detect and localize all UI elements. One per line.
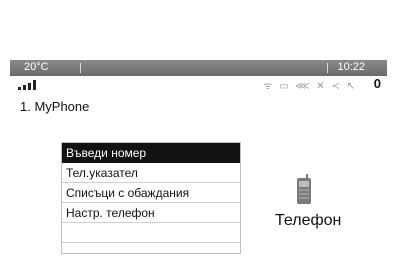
status-bar: 20°C 10:22 <box>10 60 387 76</box>
menu-item-empty <box>62 223 240 243</box>
status-icons: ᯤ ▭ ⋘ ✕ ≺ ↖ <box>263 81 357 92</box>
mobile-phone-icon <box>295 174 313 206</box>
menu-item-phonebook[interactable]: Тел.указател <box>62 163 240 183</box>
status-divider <box>80 63 81 73</box>
clock: 10:22 <box>337 61 365 73</box>
temperature-readout: 20°C <box>24 61 49 73</box>
signal-bars-icon <box>18 80 40 90</box>
notification-count: 0 <box>373 76 381 91</box>
indicator-row: ᯤ ▭ ⋘ ✕ ≺ ↖ 0 <box>10 76 387 92</box>
status-divider <box>327 63 328 73</box>
connected-device-name: 1. MyPhone <box>20 99 90 114</box>
infotainment-screen: 20°C 10:22 ᯤ ▭ ⋘ ✕ ≺ ↖ 0 1. MyPhone Въве… <box>10 60 387 258</box>
app-title: Телефон <box>275 212 342 229</box>
menu-item-call-lists[interactable]: Списъци с обаждания <box>62 183 240 203</box>
menu-item-phone-settings[interactable]: Настр. телефон <box>62 203 240 223</box>
menu-item-enter-number[interactable]: Въведи номер <box>62 143 240 163</box>
phone-menu: Въведи номер Тел.указател Списъци с обаж… <box>61 142 241 254</box>
